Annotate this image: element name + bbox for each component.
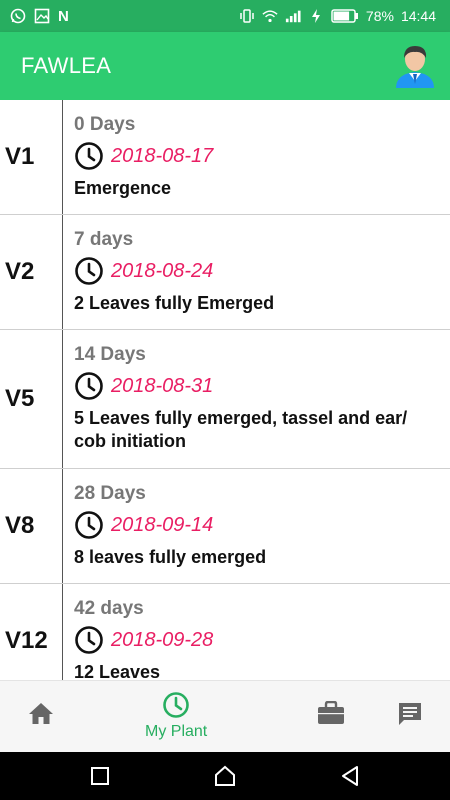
image-icon xyxy=(34,8,50,24)
stage-description: 2 Leaves fully Emerged xyxy=(74,293,275,313)
clock-icon xyxy=(74,625,104,655)
stage-description: 8 leaves fully emerged xyxy=(74,547,267,567)
stage-row[interactable]: V1 0 Days 2018-08-17 Emergence xyxy=(0,100,450,215)
stage-description: 12 Leaves xyxy=(74,662,161,680)
clock-icon xyxy=(74,256,104,286)
user-avatar-icon[interactable] xyxy=(394,44,436,88)
nav-my-plant[interactable]: My Plant xyxy=(145,691,207,741)
message-icon xyxy=(397,701,423,727)
app-title: FAWLEA xyxy=(21,53,112,78)
stage-days: 14 Days xyxy=(74,344,146,365)
stage-label: V2 xyxy=(0,215,63,329)
stage-days: 0 Days xyxy=(74,114,136,135)
stage-row[interactable]: V8 28 Days 2018-09-14 8 leaves fully emerge… xyxy=(0,469,450,584)
battery-icon xyxy=(331,8,359,24)
stage-date: 2018-09-14 xyxy=(111,513,214,536)
stage-date: 2018-08-17 xyxy=(111,144,214,167)
stage-row[interactable]: V5 14 Days 2018-08-31 5 Leaves fully emerge… xyxy=(0,330,450,469)
whatsapp-icon xyxy=(10,8,26,24)
clock-icon xyxy=(74,371,104,401)
status-time: 14:44 xyxy=(400,8,436,24)
nav-briefcase[interactable] xyxy=(317,701,345,725)
bottom-navigation: My Plant xyxy=(0,680,450,753)
stage-description: Emergence xyxy=(74,178,172,198)
briefcase-icon xyxy=(317,701,345,725)
stage-description: 5 Leaves fully emerged, tassel and ear/ … xyxy=(74,408,408,451)
stage-days: 42 days xyxy=(74,598,144,619)
vibrate-icon xyxy=(239,8,255,24)
stage-info: 0 Days 2018-08-17 Emergence xyxy=(63,100,450,214)
stage-info: 28 Days 2018-09-14 8 leaves fully emerged xyxy=(63,469,450,583)
carrier-letter: N xyxy=(58,7,69,25)
app-bar: FAWLEA xyxy=(0,32,450,100)
system-navigation-bar xyxy=(0,752,450,800)
stage-label: V12 xyxy=(0,584,63,680)
stage-label: V8 xyxy=(0,469,63,583)
stage-info: 42 days 2018-09-28 12 Leaves xyxy=(63,584,450,680)
home-button-icon[interactable] xyxy=(213,764,237,788)
stage-date-row: 2018-08-17 xyxy=(74,142,450,170)
wifi-icon xyxy=(262,8,278,24)
stage-row[interactable]: V12 42 days 2018-09-28 12 Leaves xyxy=(0,584,450,680)
stage-days: 28 Days xyxy=(74,483,146,504)
stage-date-row: 2018-08-24 xyxy=(74,257,450,285)
clock-icon xyxy=(74,510,104,540)
stage-date: 2018-09-28 xyxy=(111,628,214,651)
stage-date-row: 2018-09-28 xyxy=(74,626,450,654)
stage-date-row: 2018-09-14 xyxy=(74,511,450,539)
clock-icon xyxy=(74,141,104,171)
stage-days: 7 days xyxy=(74,229,134,250)
nav-my-plant-label: My Plant xyxy=(145,723,208,740)
stage-label: V5 xyxy=(0,330,63,468)
nav-home[interactable] xyxy=(28,701,54,725)
stage-date-row: 2018-08-31 xyxy=(74,372,450,400)
status-bar: N 78% 14:44 xyxy=(0,0,450,32)
stage-date: 2018-08-31 xyxy=(111,374,214,397)
battery-percent: 78% xyxy=(365,8,394,24)
stage-label: V1 xyxy=(0,100,63,214)
stage-row[interactable]: V2 7 days 2018-08-24 2 Leaves fully Emerged xyxy=(0,215,450,330)
recents-icon[interactable] xyxy=(88,764,112,788)
nav-messages[interactable] xyxy=(397,701,423,727)
clock-icon xyxy=(162,691,190,719)
home-icon xyxy=(28,701,54,725)
back-icon[interactable] xyxy=(338,764,362,788)
stage-date: 2018-08-24 xyxy=(111,259,214,282)
charging-icon xyxy=(308,8,324,24)
stage-info: 14 Days 2018-08-31 5 Leaves fully emerged,… xyxy=(63,330,450,468)
growth-stage-list[interactable]: V1 0 Days 2018-08-17 Emergence V2 7 days 2018-… xyxy=(0,100,450,680)
stage-info: 7 days 2018-08-24 2 Leaves fully Emerged xyxy=(63,215,450,329)
signal-icon xyxy=(285,8,301,24)
